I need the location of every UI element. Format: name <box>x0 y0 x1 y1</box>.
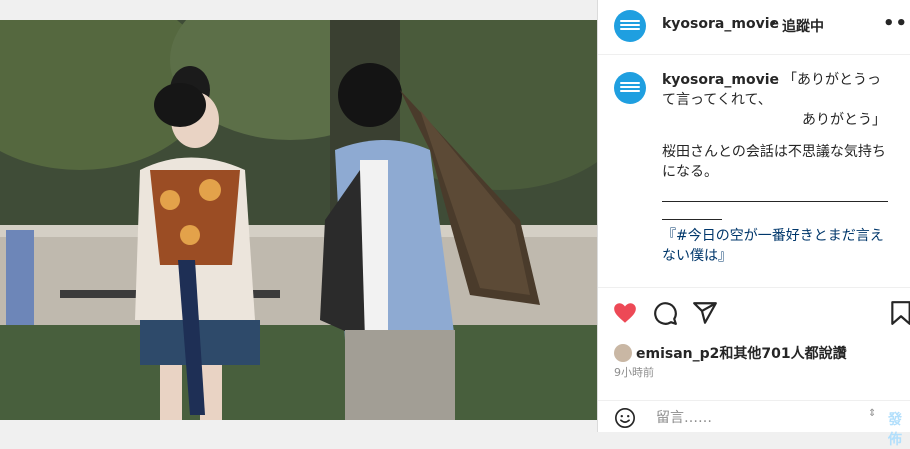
emoji-icon[interactable] <box>614 407 636 429</box>
post-photo[interactable] <box>0 20 597 420</box>
liker-avatar[interactable] <box>614 344 632 362</box>
post-header: kyosora_movie • 追蹤中 ••• <box>598 0 910 55</box>
caption-divider-short <box>662 218 722 220</box>
action-bar <box>598 287 910 338</box>
separator-dot: • <box>769 16 778 32</box>
caption-avatar[interactable] <box>614 72 646 104</box>
post-photo-scene <box>0 20 597 420</box>
following-button[interactable]: 追蹤中 <box>782 16 824 36</box>
caption-username[interactable]: kyosora_movie <box>662 72 779 88</box>
post-side-panel: kyosora_movie • 追蹤中 ••• kyosora_movie「あり… <box>597 0 910 448</box>
bookmark-icon[interactable] <box>888 300 910 326</box>
post-caption: kyosora_movie 「ありがとうって言ってくれて、 ありがとう」 桜田さん… <box>662 70 894 266</box>
post-time[interactable]: 9小時前 <box>614 364 654 380</box>
comment-bar: ⇕ 發佈 <box>598 400 910 448</box>
caption-divider <box>662 200 888 202</box>
caption-line-2: ありがとう」 <box>802 112 886 128</box>
comment-icon[interactable] <box>652 300 678 326</box>
account-avatar[interactable] <box>614 10 646 42</box>
more-options-icon[interactable]: ••• <box>883 13 910 34</box>
share-icon[interactable] <box>692 300 718 326</box>
caption-line-3: 桜田さんとの会話は不思議な気持ちになる。 <box>662 144 886 180</box>
caption-hashtag[interactable]: 『#今日の空が一番好きとまだ言えない僕は』 <box>662 228 884 264</box>
heart-filled-icon[interactable] <box>612 300 638 326</box>
likes-count-text[interactable]: 和其他701人都說讚 <box>719 346 846 362</box>
account-username[interactable]: kyosora_movie <box>662 16 779 32</box>
liker-username[interactable]: emisan_p2 <box>636 346 719 362</box>
input-stepper-icon: ⇕ <box>868 408 877 419</box>
post-comment-button[interactable]: 發佈 <box>888 409 910 449</box>
comment-input[interactable] <box>654 406 858 430</box>
likes-summary: emisan_p2和其他701人都說讚 <box>614 343 847 363</box>
